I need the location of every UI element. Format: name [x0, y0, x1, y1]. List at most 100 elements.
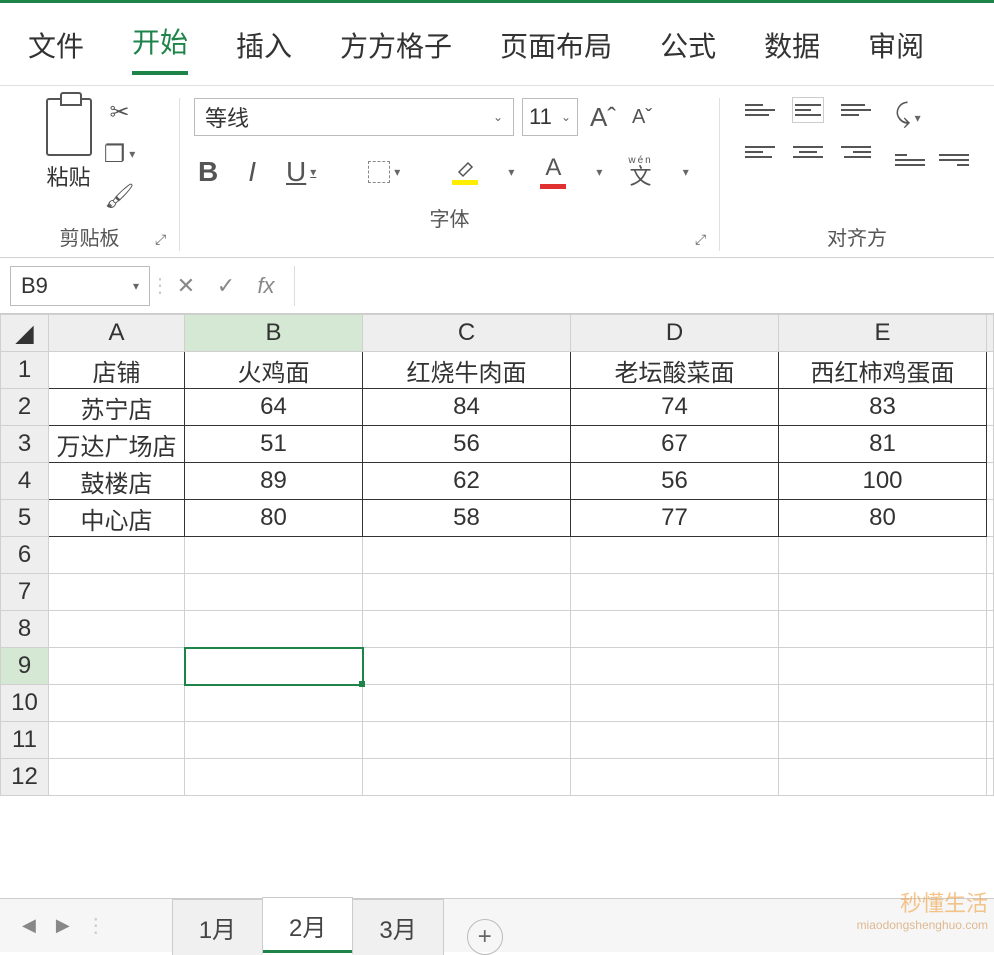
- cell-E5[interactable]: 80: [779, 500, 987, 537]
- font-launcher-icon[interactable]: ⤢: [695, 231, 713, 249]
- tab-review[interactable]: 审阅: [868, 25, 924, 75]
- cell-B12[interactable]: [185, 759, 363, 796]
- cell-5[interactable]: [987, 500, 994, 537]
- row-header-5[interactable]: 5: [1, 500, 49, 537]
- bold-button[interactable]: B: [194, 154, 222, 190]
- cell-B9[interactable]: [185, 648, 363, 685]
- cell-A6[interactable]: [49, 537, 185, 574]
- tab-pagelayout[interactable]: 页面布局: [500, 25, 612, 75]
- cut-icon[interactable]: ✂: [106, 98, 134, 126]
- col-header-E[interactable]: E: [779, 315, 987, 352]
- cell-B4[interactable]: 89: [185, 463, 363, 500]
- cell-C8[interactable]: [363, 611, 571, 648]
- cell-E4[interactable]: 100: [779, 463, 987, 500]
- cell-B1[interactable]: 火鸡面: [185, 352, 363, 389]
- font-name-select[interactable]: 等线 ⌄: [194, 98, 514, 136]
- cell-D5[interactable]: 77: [571, 500, 779, 537]
- accept-formula-icon[interactable]: ✓: [206, 266, 246, 306]
- cell-10[interactable]: [987, 685, 994, 722]
- borders-button[interactable]: ▾: [364, 159, 404, 185]
- clipboard-launcher-icon[interactable]: ⤢: [155, 231, 173, 249]
- cell-D2[interactable]: 74: [571, 389, 779, 426]
- tab-formula[interactable]: 公式: [660, 25, 716, 75]
- align-center-icon[interactable]: [793, 140, 823, 164]
- cell-3[interactable]: [987, 426, 994, 463]
- chevron-down-icon[interactable]: ▾: [683, 165, 689, 179]
- sheet-tab-2[interactable]: 2月: [262, 897, 353, 955]
- row-header-10[interactable]: 10: [1, 685, 49, 722]
- italic-button[interactable]: I: [244, 154, 260, 190]
- row-header-4[interactable]: 4: [1, 463, 49, 500]
- font-color-button[interactable]: A: [536, 152, 570, 191]
- cell-D1[interactable]: 老坛酸菜面: [571, 352, 779, 389]
- copy-icon[interactable]: ❐▾: [106, 140, 134, 168]
- cell-A2[interactable]: 苏宁店: [49, 389, 185, 426]
- cell-E2[interactable]: 83: [779, 389, 987, 426]
- cell-D7[interactable]: [571, 574, 779, 611]
- cell-E11[interactable]: [779, 722, 987, 759]
- cell-C4[interactable]: 62: [363, 463, 571, 500]
- align-right-icon[interactable]: [841, 140, 871, 164]
- cell-A11[interactable]: [49, 722, 185, 759]
- cell-8[interactable]: [987, 611, 994, 648]
- format-painter-icon[interactable]: 🖌: [106, 182, 134, 210]
- cell-A12[interactable]: [49, 759, 185, 796]
- col-header-empty[interactable]: [987, 315, 994, 352]
- align-bottom-icon[interactable]: [841, 98, 871, 122]
- chevron-down-icon[interactable]: ▾: [508, 165, 514, 179]
- cell-C3[interactable]: 56: [363, 426, 571, 463]
- cell-A3[interactable]: 万达广场店: [49, 426, 185, 463]
- cell-D6[interactable]: [571, 537, 779, 574]
- col-header-B[interactable]: B: [185, 315, 363, 352]
- cell-C9[interactable]: [363, 648, 571, 685]
- cell-E7[interactable]: [779, 574, 987, 611]
- cell-B10[interactable]: [185, 685, 363, 722]
- tab-data[interactable]: 数据: [764, 25, 820, 75]
- cell-E12[interactable]: [779, 759, 987, 796]
- cell-C10[interactable]: [363, 685, 571, 722]
- row-header-6[interactable]: 6: [1, 537, 49, 574]
- cell-A9[interactable]: [49, 648, 185, 685]
- cell-B8[interactable]: [185, 611, 363, 648]
- row-header-2[interactable]: 2: [1, 389, 49, 426]
- cell-7[interactable]: [987, 574, 994, 611]
- sheet-tab-1[interactable]: 1月: [172, 899, 263, 955]
- sheet-nav-prev-icon[interactable]: ◀: [12, 915, 46, 936]
- cell-A1[interactable]: 店铺: [49, 352, 185, 389]
- col-header-C[interactable]: C: [363, 315, 571, 352]
- cell-C12[interactable]: [363, 759, 571, 796]
- orientation-button[interactable]: ⤹▾: [895, 98, 969, 130]
- tab-file[interactable]: 文件: [28, 25, 84, 75]
- increase-indent-icon[interactable]: [939, 148, 969, 172]
- cell-A5[interactable]: 中心店: [49, 500, 185, 537]
- cell-E1[interactable]: 西红柿鸡蛋面: [779, 352, 987, 389]
- cell-D12[interactable]: [571, 759, 779, 796]
- cell-D3[interactable]: 67: [571, 426, 779, 463]
- phonetic-button[interactable]: wén 文: [624, 154, 656, 190]
- row-header-9[interactable]: 9: [1, 648, 49, 685]
- cell-C7[interactable]: [363, 574, 571, 611]
- cell-D9[interactable]: [571, 648, 779, 685]
- cell-E3[interactable]: 81: [779, 426, 987, 463]
- cell-1[interactable]: [987, 352, 994, 389]
- row-header-3[interactable]: 3: [1, 426, 49, 463]
- cell-2[interactable]: [987, 389, 994, 426]
- row-header-1[interactable]: 1: [1, 352, 49, 389]
- cell-E6[interactable]: [779, 537, 987, 574]
- cell-B5[interactable]: 80: [185, 500, 363, 537]
- cell-6[interactable]: [987, 537, 994, 574]
- row-header-12[interactable]: 12: [1, 759, 49, 796]
- cell-D8[interactable]: [571, 611, 779, 648]
- col-header-A[interactable]: A: [49, 315, 185, 352]
- cell-B3[interactable]: 51: [185, 426, 363, 463]
- tab-insert[interactable]: 插入: [236, 25, 292, 75]
- cell-C2[interactable]: 84: [363, 389, 571, 426]
- align-top-icon[interactable]: [745, 98, 775, 122]
- sheet-tab-3[interactable]: 3月: [352, 899, 443, 955]
- cell-C1[interactable]: 红烧牛肉面: [363, 352, 571, 389]
- cell-9[interactable]: [987, 648, 994, 685]
- cell-C5[interactable]: 58: [363, 500, 571, 537]
- increase-font-icon[interactable]: Aˆ: [586, 102, 620, 133]
- cell-E8[interactable]: [779, 611, 987, 648]
- name-box[interactable]: B9 ▾: [10, 266, 150, 306]
